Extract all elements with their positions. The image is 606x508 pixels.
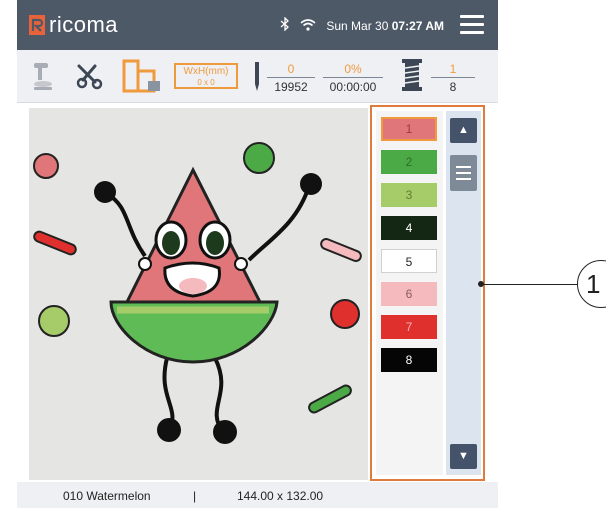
color-current: 1 [431,62,475,78]
status-date: Sun Mar 30 [326,18,389,33]
stitch-current: 0 [267,62,315,78]
color-total: 8 [449,80,457,94]
stitch-total: 19952 [274,80,308,94]
color-swatch-4[interactable]: 4 [381,216,437,240]
color-swatch-3[interactable]: 3 [381,183,437,207]
scroll-thumb[interactable] [450,155,477,191]
hoop-frame-icon[interactable] [122,59,164,98]
thread-spool-icon [401,58,423,97]
logo-mark-icon [29,15,45,35]
sewing-machine-icon[interactable] [31,60,57,97]
hamburger-menu-button[interactable] [460,15,484,35]
color-scrollbar[interactable]: ▲ ▼ [446,111,481,475]
elapsed-time: 00:00:00 [329,80,377,94]
design-preview[interactable] [29,108,368,480]
design-name: 010 Watermelon [63,489,151,503]
color-sequence-panel: 1 2 3 4 5 6 7 8 ▲ ▼ [370,105,485,481]
size-label: WxH(mm) [183,66,229,77]
color-swatch-2[interactable]: 2 [381,150,437,174]
status-area: Sun Mar 30 07:27 AM [280,16,444,34]
size-value: 0 x 0 [197,78,215,87]
logo-text: ricoma [49,12,119,37]
design-size-box: WxH(mm) 0 x 0 [174,63,238,89]
callout-number: 1 [577,260,606,308]
ricoma-logo: ricoma [29,12,118,38]
trim-tools-icon[interactable] [75,62,103,95]
footer-separator: | [193,489,197,503]
scroll-down-button[interactable]: ▼ [450,444,477,469]
title-bar: ricoma Sun Mar 30 07:27 AM [17,0,498,50]
progress-percent: 0% [323,62,383,78]
needle-icon [253,60,261,97]
toolbar: WxH(mm) 0 x 0 0 19952 0% 00:00:00 1 8 [17,50,498,103]
watermelon-design [33,142,362,444]
design-dimensions: 144.00 x 132.00 [237,489,324,503]
color-swatch-7[interactable]: 7 [381,315,437,339]
bluetooth-icon [280,16,290,34]
color-swatch-5[interactable]: 5 [381,249,437,273]
stitch-counter: 0 19952 [267,62,315,94]
scroll-up-button[interactable]: ▲ [450,118,477,143]
color-counter: 1 8 [431,62,475,94]
progress-counter: 0% 00:00:00 [323,62,383,94]
embroidery-app: ricoma Sun Mar 30 07:27 AM WxH(mm) 0 x 0… [17,0,498,508]
callout-line [481,284,577,285]
status-time: 07:27 AM [391,18,444,33]
wifi-icon [300,18,316,34]
color-swatch-6[interactable]: 6 [381,282,437,306]
color-list: 1 2 3 4 5 6 7 8 [376,111,443,475]
color-swatch-8[interactable]: 8 [381,348,437,372]
design-info-bar: 010 Watermelon | 144.00 x 132.00 [17,482,498,508]
color-swatch-1[interactable]: 1 [381,117,437,141]
